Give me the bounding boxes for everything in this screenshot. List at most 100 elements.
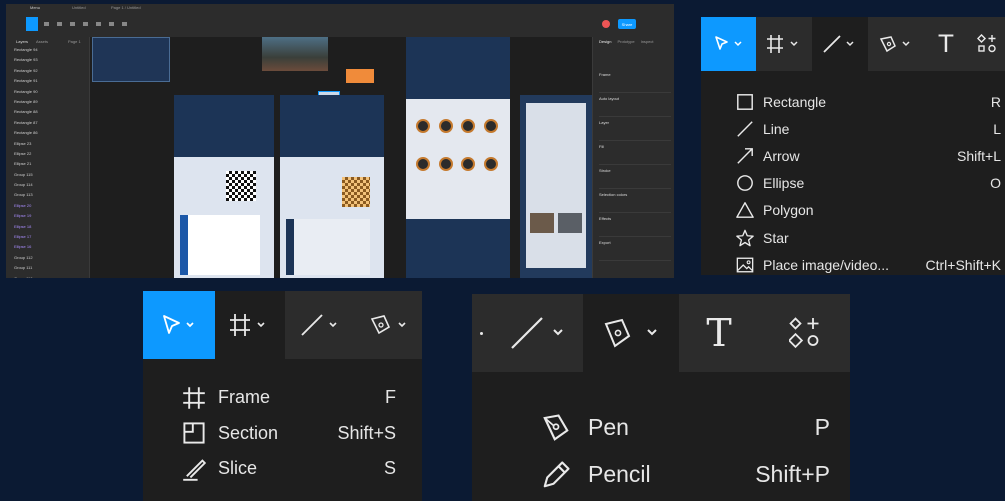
main-toolbar: Share [6, 11, 674, 37]
window-titlebar: Menu Untitled Page 1 / Untitled [6, 4, 674, 11]
resources-tool-button[interactable] [968, 17, 1005, 71]
text-tool-button[interactable]: T [924, 17, 968, 71]
shapes-tool-button-2[interactable] [285, 291, 355, 359]
layer-item[interactable]: Ellipse 17 [14, 234, 84, 244]
menu-item-section[interactable]: Section Shift+S [181, 416, 396, 452]
avatar[interactable] [602, 20, 610, 28]
menu-item-pencil[interactable]: Pencil Shift+P [540, 451, 830, 498]
layer-item[interactable]: Rectangle 88 [14, 109, 84, 119]
frame-tool-button[interactable] [756, 17, 812, 71]
pen-tool-button-3[interactable] [583, 294, 679, 372]
menu-item-polygon[interactable]: Polygon [735, 197, 1001, 224]
menu-item-star[interactable]: Star [735, 224, 1001, 251]
move-tool-button[interactable] [701, 17, 756, 71]
shapes-tool-button-3[interactable] [490, 294, 583, 372]
line-icon [823, 35, 854, 53]
pen-tool-button-2[interactable] [355, 291, 422, 359]
slide-1 [174, 95, 274, 278]
page-label[interactable]: Page 1 [68, 39, 81, 44]
properties-section[interactable]: Fill [599, 141, 671, 165]
layer-item[interactable]: Rectangle 92 [14, 68, 84, 78]
menu-item-shortcut: S [383, 458, 396, 479]
pen-icon [879, 36, 910, 53]
pen-tool-button[interactable] [868, 17, 924, 71]
layer-item[interactable]: Group 113 [14, 192, 84, 202]
menu-item-shortcut: Shift+L [957, 147, 1001, 164]
properties-section[interactable]: Selection colors [599, 189, 671, 213]
tab-menu[interactable]: Menu [30, 5, 40, 10]
properties-section[interactable]: Layer [599, 117, 671, 141]
layer-item[interactable]: Ellipse 19 [14, 213, 84, 223]
pen-icon [370, 315, 406, 335]
layer-item[interactable]: Ellipse 22 [14, 151, 84, 161]
layer-item[interactable]: Group 112 [14, 255, 84, 265]
layer-item[interactable]: Group 110 [14, 276, 84, 278]
properties-tab[interactable]: Design [599, 39, 611, 44]
menu-item-shortcut: F [385, 387, 396, 408]
menu-item-label: Place image/video... [763, 256, 890, 273]
menu-item-line[interactable]: Line L [735, 115, 1001, 142]
frame-tool-button-2[interactable] [215, 291, 285, 359]
slice-icon [181, 457, 207, 481]
table-frame [92, 37, 170, 82]
cursor-icon [163, 315, 194, 334]
shapes-tool-chevron-partial[interactable] [472, 294, 490, 372]
layer-item[interactable]: Rectangle 91 [14, 78, 84, 88]
chevron-fragment-icon [479, 331, 483, 335]
pencil-icon [540, 460, 572, 490]
menu-item-arrow[interactable]: Arrow Shift+L [735, 142, 1001, 169]
menu-item-slice[interactable]: Slice S [181, 451, 396, 487]
move-tool-mini[interactable] [26, 17, 38, 31]
layer-item[interactable]: Group 114 [14, 182, 84, 192]
layer-item[interactable]: Rectangle 94 [14, 47, 84, 57]
menu-item-ellipse[interactable]: Ellipse O [735, 170, 1001, 197]
layer-item[interactable]: Rectangle 86 [14, 130, 84, 140]
section-icon [181, 421, 207, 445]
properties-section[interactable]: Export [599, 237, 671, 261]
layer-item[interactable]: Rectangle 90 [14, 89, 84, 99]
menu-item-frame[interactable]: Frame F [181, 380, 396, 416]
mini-tool-row [44, 22, 144, 26]
shapes-tool-button[interactable] [812, 17, 868, 71]
menu-item-label: Arrow [763, 147, 800, 164]
layer-item[interactable]: Rectangle 93 [14, 57, 84, 67]
assets-tab[interactable]: Assets [36, 39, 48, 44]
menu-item-rectangle[interactable]: Rectangle R [735, 88, 1001, 115]
text-tool-button-3[interactable]: T [679, 294, 759, 372]
frame-icon [230, 314, 265, 336]
layer-item[interactable]: Ellipse 16 [14, 244, 84, 254]
properties-section[interactable]: Stroke [599, 165, 671, 189]
layer-item[interactable]: Ellipse 20 [14, 203, 84, 213]
layer-item[interactable]: Rectangle 87 [14, 120, 84, 130]
share-button[interactable]: Share [618, 19, 636, 29]
menu-item-label: Star [763, 229, 789, 246]
layers-tab[interactable]: Layers [16, 39, 28, 44]
cursor-icon [714, 36, 742, 50]
menu-item-label: Line [763, 120, 790, 137]
resources-icon [976, 34, 996, 53]
menu-item-pen[interactable]: Pen P [540, 404, 830, 451]
tab-untitled[interactable]: Untitled [72, 5, 86, 10]
properties-section[interactable]: Frame [599, 69, 671, 93]
properties-section[interactable]: Effects [599, 213, 671, 237]
properties-section[interactable]: Auto layout [599, 93, 671, 117]
resources-tool-button-3[interactable] [759, 294, 850, 372]
properties-tab[interactable]: Inspect [641, 39, 654, 44]
menu-item-place-image-video[interactable]: Place image/video... Ctrl+Shift+K [735, 251, 1001, 278]
properties-tabs: Design Prototype Inspect [599, 39, 653, 44]
menu-item-shortcut: Shift+P [755, 461, 830, 487]
line-icon [510, 317, 563, 349]
rectangle-icon [735, 93, 755, 111]
line-icon [301, 314, 337, 336]
layer-item[interactable]: Ellipse 18 [14, 224, 84, 234]
layer-item[interactable]: Ellipse 21 [14, 161, 84, 171]
tab-page[interactable]: Page 1 / Untitled [111, 5, 141, 10]
shapes-menu: Rectangle R Line L Arrow Shift+L Ellipse O Polyg… [701, 79, 1005, 275]
layer-item[interactable]: Group 111 [14, 265, 84, 275]
properties-tab[interactable]: Prototype [617, 39, 634, 44]
layer-item[interactable]: Rectangle 89 [14, 99, 84, 109]
move-tool-button-2[interactable] [143, 291, 215, 359]
layer-item[interactable]: Group 115 [14, 172, 84, 182]
layer-item[interactable]: Ellipse 23 [14, 141, 84, 151]
frame-icon [181, 386, 207, 410]
